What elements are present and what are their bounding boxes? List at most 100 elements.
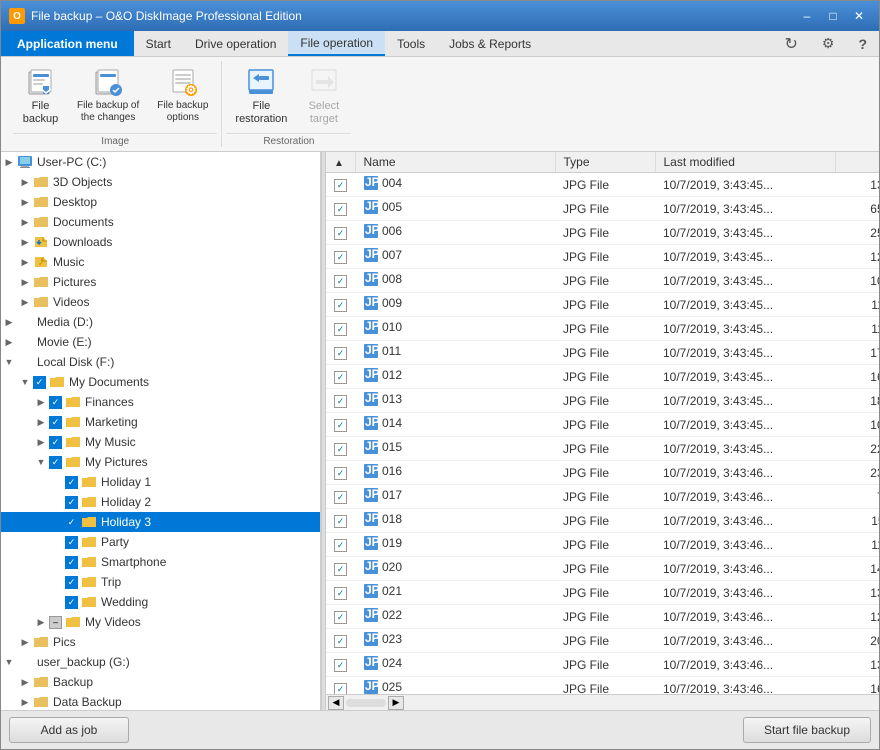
toolbar-refresh-button[interactable]: ↻ — [772, 31, 809, 56]
tree-expand-icon[interactable]: ▶ — [1, 334, 17, 350]
table-row[interactable]: ✓JPG010JPG File10/7/2019, 3:43:45...119.… — [326, 317, 879, 341]
row-checkbox[interactable]: ✓ — [334, 203, 347, 216]
row-checkbox[interactable]: ✓ — [334, 179, 347, 192]
row-checkbox[interactable]: ✓ — [334, 515, 347, 528]
table-row[interactable]: ✓JPG017JPG File10/7/2019, 3:43:46...79.6… — [326, 485, 879, 509]
select-target-button[interactable]: Selecttarget — [296, 61, 351, 131]
tree-checkbox[interactable]: ✓ — [49, 456, 62, 469]
tree-item-desktop[interactable]: ▶Desktop — [1, 192, 320, 212]
file-restoration-button[interactable]: Filerestoration — [226, 61, 296, 131]
row-check-cell[interactable]: ✓ — [326, 317, 355, 341]
row-check-cell[interactable]: ✓ — [326, 533, 355, 557]
file-backup-changes-button[interactable]: File backup ofthe changes — [68, 61, 148, 131]
tree-expand-icon[interactable]: ▶ — [17, 274, 33, 290]
row-checkbox[interactable]: ✓ — [334, 443, 347, 456]
table-row[interactable]: ✓JPG018JPG File10/7/2019, 3:43:46...154.… — [326, 509, 879, 533]
tree-expand-icon[interactable]: ▼ — [33, 454, 49, 470]
scroll-left-button[interactable]: ◀ — [328, 696, 344, 710]
tree-item-downloads[interactable]: ▶Downloads — [1, 232, 320, 252]
row-check-cell[interactable]: ✓ — [326, 509, 355, 533]
row-check-cell[interactable]: ✓ — [326, 293, 355, 317]
table-row[interactable]: ✓JPG021JPG File10/7/2019, 3:43:46...132.… — [326, 581, 879, 605]
row-checkbox[interactable]: ✓ — [334, 587, 347, 600]
tree-item-holiday2[interactable]: ▶✓Holiday 2 — [1, 492, 320, 512]
tree-item-marketing[interactable]: ▶✓Marketing — [1, 412, 320, 432]
tree-item-holiday3[interactable]: ▶✓Holiday 3 — [1, 512, 320, 532]
tree-checkbox[interactable]: ✓ — [65, 576, 78, 589]
row-checkbox[interactable]: ✓ — [334, 419, 347, 432]
toolbar-help-button[interactable]: ? — [846, 31, 879, 56]
tree-item-backup[interactable]: ▶Backup — [1, 672, 320, 692]
table-row[interactable]: ✓JPG007JPG File10/7/2019, 3:43:45...126.… — [326, 245, 879, 269]
row-checkbox[interactable]: ✓ — [334, 563, 347, 576]
tree-expand-icon[interactable]: ▶ — [17, 634, 33, 650]
tree-expand-icon[interactable]: ▼ — [1, 354, 17, 370]
row-checkbox[interactable]: ✓ — [334, 659, 347, 672]
table-row[interactable]: ✓JPG012JPG File10/7/2019, 3:43:45...166.… — [326, 365, 879, 389]
table-row[interactable]: ✓JPG006JPG File10/7/2019, 3:43:45...255.… — [326, 221, 879, 245]
add-as-job-button[interactable]: Add as job — [9, 717, 129, 743]
table-row[interactable]: ✓JPG015JPG File10/7/2019, 3:43:45...224.… — [326, 437, 879, 461]
tree-item-data-backup[interactable]: ▶Data Backup — [1, 692, 320, 710]
tree-item-videos[interactable]: ▶Videos — [1, 292, 320, 312]
tree-checkbox[interactable]: ✓ — [49, 416, 62, 429]
tree-item-media-d[interactable]: ▶Media (D:) — [1, 312, 320, 332]
tree-item-pictures[interactable]: ▶Pictures — [1, 272, 320, 292]
table-row[interactable]: ✓JPG024JPG File10/7/2019, 3:43:46...135.… — [326, 653, 879, 677]
tree-checkbox[interactable]: ✓ — [33, 376, 46, 389]
row-check-cell[interactable]: ✓ — [326, 413, 355, 437]
table-row[interactable]: ✓JPG008JPG File10/7/2019, 3:43:45...109.… — [326, 269, 879, 293]
tree-item-3d-objects[interactable]: ▶3D Objects — [1, 172, 320, 192]
table-row[interactable]: ✓JPG011JPG File10/7/2019, 3:43:45...175.… — [326, 341, 879, 365]
table-row[interactable]: ✓JPG023JPG File10/7/2019, 3:43:46...205.… — [326, 629, 879, 653]
row-check-cell[interactable]: ✓ — [326, 389, 355, 413]
row-checkbox[interactable]: ✓ — [334, 251, 347, 264]
row-checkbox[interactable]: ✓ — [334, 491, 347, 504]
tree-expand-icon[interactable]: ▶ — [17, 254, 33, 270]
row-checkbox[interactable]: ✓ — [334, 323, 347, 336]
row-checkbox[interactable]: ✓ — [334, 539, 347, 552]
tree-checkbox[interactable]: ✓ — [65, 496, 78, 509]
tree-expand-icon[interactable]: ▶ — [17, 294, 33, 310]
tree-item-wedding[interactable]: ▶✓Wedding — [1, 592, 320, 612]
tree-checkbox[interactable]: ✓ — [49, 436, 62, 449]
row-checkbox[interactable]: ✓ — [334, 635, 347, 648]
tree-item-my-videos[interactable]: ▶–My Videos — [1, 612, 320, 632]
row-checkbox[interactable]: ✓ — [334, 395, 347, 408]
maximize-button[interactable]: □ — [821, 6, 845, 26]
tree-expand-icon[interactable]: ▶ — [17, 674, 33, 690]
tree-expand-icon[interactable]: ▶ — [17, 694, 33, 710]
row-checkbox[interactable]: ✓ — [334, 275, 347, 288]
tree-expand-icon[interactable]: ▶ — [33, 614, 49, 630]
tree-expand-icon[interactable]: ▶ — [17, 194, 33, 210]
row-check-cell[interactable]: ✓ — [326, 485, 355, 509]
row-check-cell[interactable]: ✓ — [326, 173, 355, 197]
table-row[interactable]: ✓JPG022JPG File10/7/2019, 3:43:46...123.… — [326, 605, 879, 629]
tree-checkbox[interactable]: ✓ — [65, 476, 78, 489]
tree-item-my-pictures[interactable]: ▼✓My Pictures — [1, 452, 320, 472]
row-checkbox[interactable]: ✓ — [334, 347, 347, 360]
tree-item-pics[interactable]: ▶Pics — [1, 632, 320, 652]
tree-expand-icon[interactable]: ▶ — [1, 314, 17, 330]
tree-checkbox[interactable]: ✓ — [65, 596, 78, 609]
row-checkbox[interactable]: ✓ — [334, 299, 347, 312]
toolbar-settings-button[interactable]: ⚙ — [810, 31, 847, 56]
table-row[interactable]: ✓JPG019JPG File10/7/2019, 3:43:46...118.… — [326, 533, 879, 557]
tree-item-documents[interactable]: ▶Documents — [1, 212, 320, 232]
row-check-cell[interactable]: ✓ — [326, 629, 355, 653]
table-row[interactable]: ✓JPG025JPG File10/7/2019, 3:43:46...162.… — [326, 677, 879, 694]
tree-item-user-backup-g[interactable]: ▼user_backup (G:) — [1, 652, 320, 672]
tree-expand-icon[interactable]: ▼ — [17, 374, 33, 390]
tree-expand-icon[interactable]: ▶ — [33, 434, 49, 450]
tree-item-party[interactable]: ▶✓Party — [1, 532, 320, 552]
menu-item-start[interactable]: Start — [134, 31, 183, 56]
row-check-cell[interactable]: ✓ — [326, 341, 355, 365]
table-row[interactable]: ✓JPG016JPG File10/7/2019, 3:43:46...233.… — [326, 461, 879, 485]
horizontal-scrollbar[interactable]: ◀ ▶ — [326, 694, 879, 710]
row-check-cell[interactable]: ✓ — [326, 437, 355, 461]
tree-expand-icon[interactable]: ▶ — [1, 154, 17, 170]
tree-expand-icon[interactable]: ▶ — [17, 214, 33, 230]
tree-item-smartphone[interactable]: ▶✓Smartphone — [1, 552, 320, 572]
row-check-cell[interactable]: ✓ — [326, 197, 355, 221]
menu-item-file-operation[interactable]: File operation — [288, 31, 385, 56]
